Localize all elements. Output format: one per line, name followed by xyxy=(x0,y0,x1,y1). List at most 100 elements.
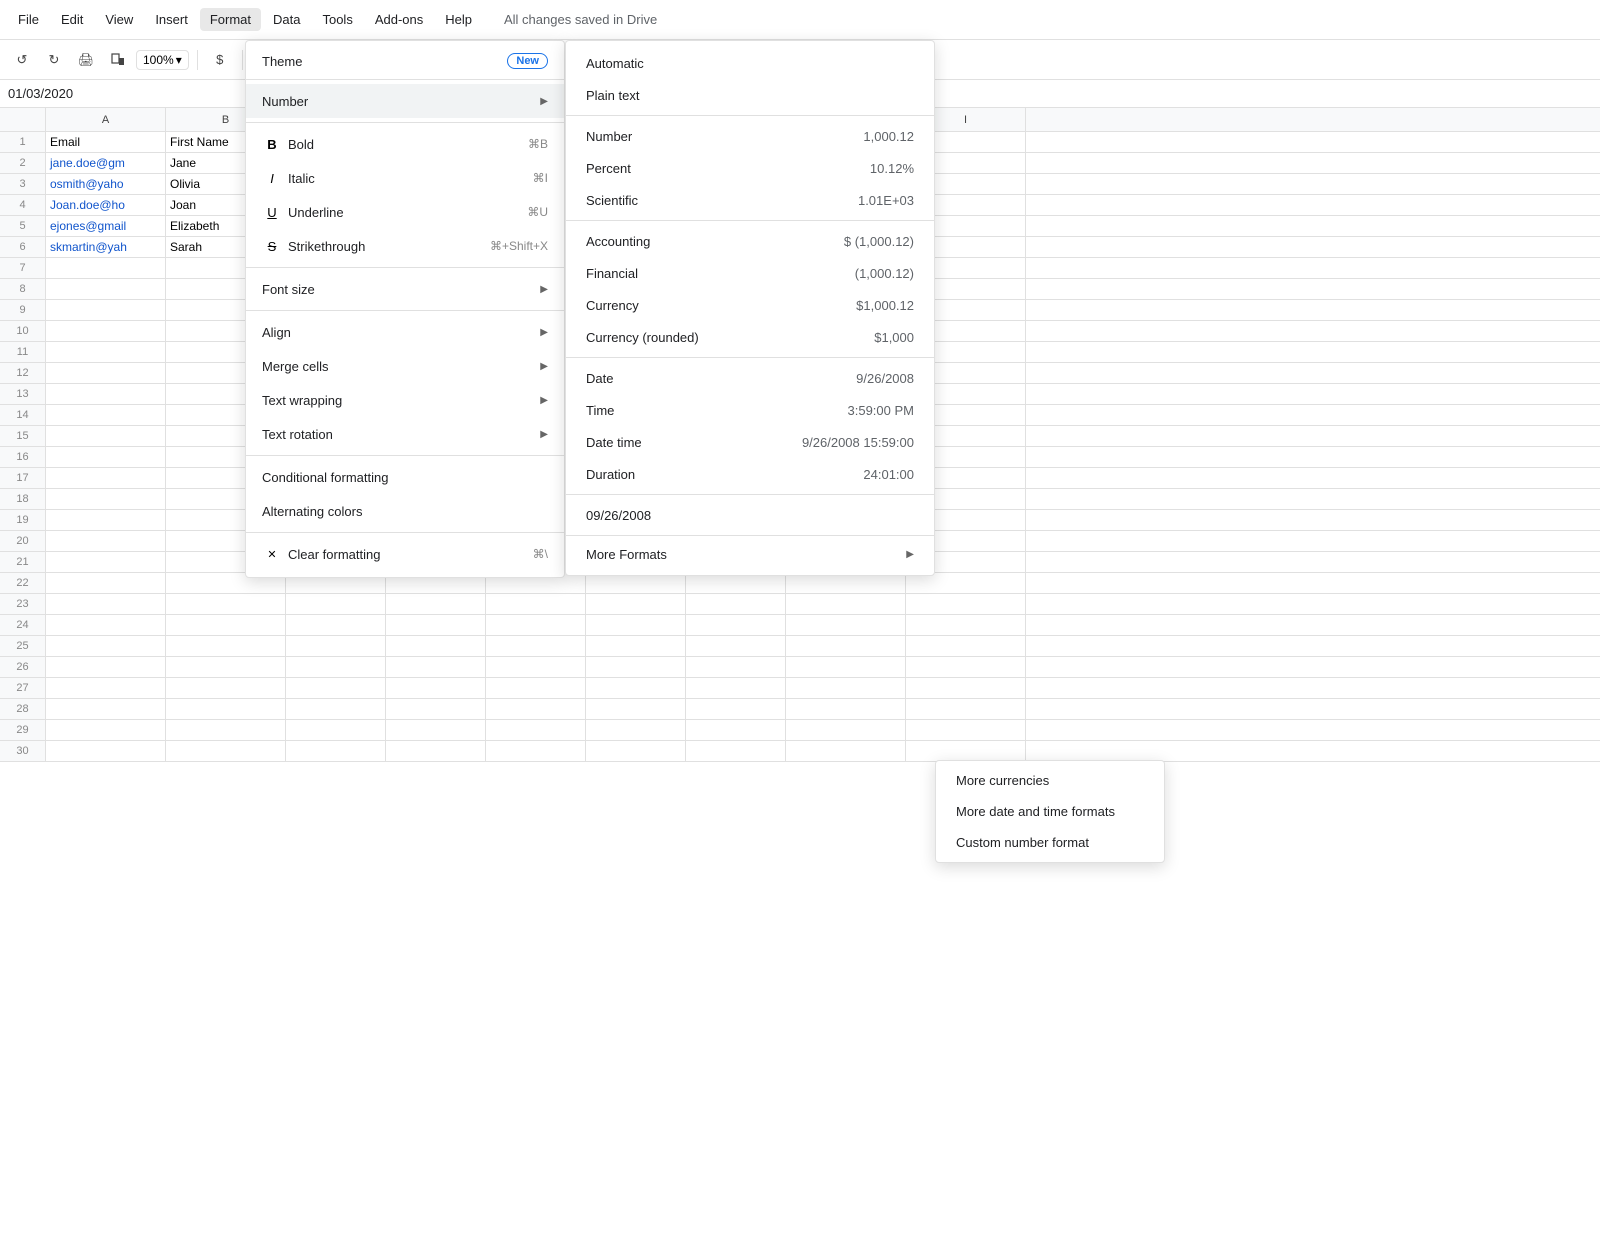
cell-f[interactable] xyxy=(586,699,686,719)
cell-d[interactable] xyxy=(386,615,486,635)
menu-view[interactable]: View xyxy=(95,8,143,31)
cell-a[interactable] xyxy=(46,699,166,719)
format-number-item[interactable]: Number ▶ xyxy=(246,84,564,118)
print-button[interactable]: 🖨 xyxy=(72,46,100,74)
cell-f[interactable] xyxy=(586,657,686,677)
format-theme-item[interactable]: Theme New xyxy=(246,47,564,75)
menu-edit[interactable]: Edit xyxy=(51,8,93,31)
undo-button[interactable]: ↺ xyxy=(8,46,36,74)
menu-file[interactable]: File xyxy=(8,8,49,31)
zoom-selector[interactable]: 100% ▾ xyxy=(136,50,189,70)
cell-a[interactable] xyxy=(46,384,166,404)
num-currency-item[interactable]: Currency $1,000.12 xyxy=(566,289,934,321)
num-scientific-item[interactable]: Scientific 1.01E+03 xyxy=(566,184,934,216)
num-currencyrounded-item[interactable]: Currency (rounded) $1,000 xyxy=(566,321,934,353)
cell-d[interactable] xyxy=(386,720,486,740)
num-financial-item[interactable]: Financial (1,000.12) xyxy=(566,257,934,289)
cell-i[interactable] xyxy=(906,699,1026,719)
cell-h[interactable] xyxy=(786,615,906,635)
format-strikethrough-item[interactable]: S Strikethrough ⌘+Shift+X xyxy=(246,229,564,263)
cell-f[interactable] xyxy=(586,594,686,614)
cell-i[interactable] xyxy=(906,741,1026,761)
custom-number-item[interactable]: Custom number format xyxy=(936,827,1164,858)
num-plaintext-item[interactable]: Plain text xyxy=(566,79,934,111)
cell-e[interactable] xyxy=(486,594,586,614)
format-fontsize-item[interactable]: Font size ▶ xyxy=(246,272,564,306)
col-header-a[interactable]: A xyxy=(46,108,166,131)
cell-a[interactable]: skmartin@yah xyxy=(46,237,166,257)
cell-a[interactable] xyxy=(46,321,166,341)
cell-a[interactable] xyxy=(46,741,166,761)
cell-e[interactable] xyxy=(486,678,586,698)
format-underline-item[interactable]: U Underline ⌘U xyxy=(246,195,564,229)
format-merge-item[interactable]: Merge cells ▶ xyxy=(246,349,564,383)
cell-b[interactable] xyxy=(166,636,286,656)
cell-b[interactable] xyxy=(166,720,286,740)
cell-h[interactable] xyxy=(786,741,906,761)
format-alternating-item[interactable]: Alternating colors xyxy=(246,494,564,528)
cell-a[interactable] xyxy=(46,636,166,656)
cell-d[interactable] xyxy=(386,741,486,761)
format-textwrap-item[interactable]: Text wrapping ▶ xyxy=(246,383,564,417)
cell-d[interactable] xyxy=(386,636,486,656)
cell-a[interactable] xyxy=(46,300,166,320)
cell-g[interactable] xyxy=(686,573,786,593)
cell-h[interactable] xyxy=(786,699,906,719)
cell-e[interactable] xyxy=(486,615,586,635)
cell-a[interactable] xyxy=(46,594,166,614)
cell-i[interactable] xyxy=(906,720,1026,740)
cell-a[interactable] xyxy=(46,678,166,698)
cell-e[interactable] xyxy=(486,636,586,656)
cell-i[interactable] xyxy=(906,594,1026,614)
menu-data[interactable]: Data xyxy=(263,8,310,31)
more-currencies-item[interactable]: More currencies xyxy=(936,765,1164,796)
cell-e[interactable] xyxy=(486,657,586,677)
format-align-item[interactable]: Align ▶ xyxy=(246,315,564,349)
cell-b[interactable] xyxy=(166,657,286,677)
num-accounting-item[interactable]: Accounting $ (1,000.12) xyxy=(566,225,934,257)
num-date-item[interactable]: Date 9/26/2008 xyxy=(566,362,934,394)
cell-h[interactable] xyxy=(786,573,906,593)
menu-tools[interactable]: Tools xyxy=(312,8,362,31)
cell-g[interactable] xyxy=(686,720,786,740)
cell-a[interactable] xyxy=(46,363,166,383)
cell-c[interactable] xyxy=(286,720,386,740)
cell-b[interactable] xyxy=(166,699,286,719)
cell-f[interactable] xyxy=(586,636,686,656)
cell-c[interactable] xyxy=(286,594,386,614)
cell-f[interactable] xyxy=(586,573,686,593)
menu-help[interactable]: Help xyxy=(435,8,482,31)
cell-i[interactable] xyxy=(906,657,1026,677)
cell-c[interactable] xyxy=(286,678,386,698)
cell-g[interactable] xyxy=(686,636,786,656)
cell-f[interactable] xyxy=(586,720,686,740)
cell-b[interactable] xyxy=(166,741,286,761)
cell-c[interactable] xyxy=(286,699,386,719)
cell-c[interactable] xyxy=(286,741,386,761)
cell-h[interactable] xyxy=(786,720,906,740)
format-bold-item[interactable]: B Bold ⌘B xyxy=(246,127,564,161)
menu-format[interactable]: Format xyxy=(200,8,261,31)
cell-a[interactable] xyxy=(46,279,166,299)
cell-c[interactable] xyxy=(286,615,386,635)
cell-i[interactable] xyxy=(906,573,1026,593)
cell-i[interactable] xyxy=(906,615,1026,635)
cell-g[interactable] xyxy=(686,678,786,698)
cell-a[interactable]: ejones@gmail xyxy=(46,216,166,236)
num-customdate-item[interactable]: 09/26/2008 xyxy=(566,499,934,531)
num-number-item[interactable]: Number 1,000.12 xyxy=(566,120,934,152)
cell-a[interactable]: Joan.doe@ho xyxy=(46,195,166,215)
menu-insert[interactable]: Insert xyxy=(145,8,198,31)
cell-a[interactable] xyxy=(46,657,166,677)
cell-a[interactable]: Email xyxy=(46,132,166,152)
num-automatic-item[interactable]: Automatic xyxy=(566,47,934,79)
cell-a[interactable] xyxy=(46,720,166,740)
num-datetime-item[interactable]: Date time 9/26/2008 15:59:00 xyxy=(566,426,934,458)
cell-a[interactable] xyxy=(46,447,166,467)
cell-f[interactable] xyxy=(586,678,686,698)
num-percent-item[interactable]: Percent 10.12% xyxy=(566,152,934,184)
cell-a[interactable] xyxy=(46,258,166,278)
cell-f[interactable] xyxy=(586,615,686,635)
cell-a[interactable] xyxy=(46,468,166,488)
cell-d[interactable] xyxy=(386,594,486,614)
